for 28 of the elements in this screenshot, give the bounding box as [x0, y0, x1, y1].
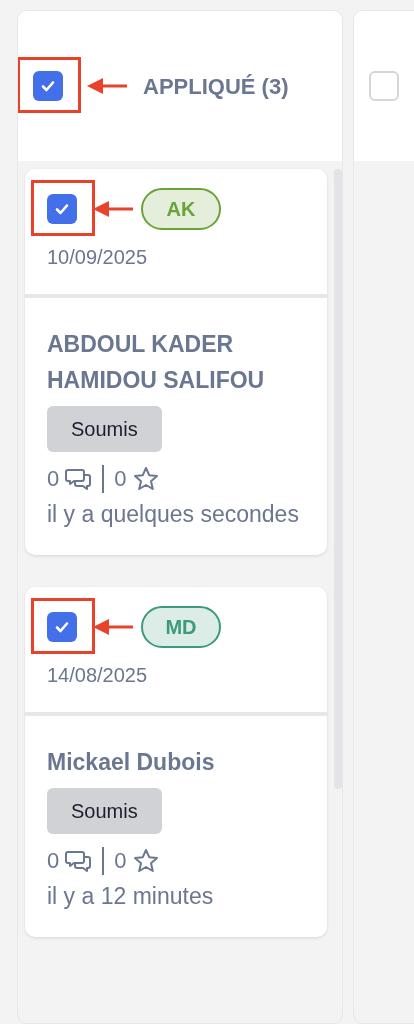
candidate-name: Mickael Dubois — [47, 748, 216, 777]
checkbox[interactable] — [47, 612, 77, 642]
star-icon — [132, 466, 159, 491]
date-text: 10/09/2025 — [47, 245, 149, 270]
favorite-count: 0 — [114, 847, 127, 875]
candidate-name: ABDOUL KADER HAMIDOU SALIFOU — [47, 330, 266, 395]
date-text: 14/08/2025 — [47, 663, 149, 688]
checkbox[interactable] — [47, 194, 77, 224]
annotation-arrow — [87, 76, 127, 96]
checkbox[interactable] — [33, 71, 63, 101]
annotation-arrow — [93, 617, 133, 637]
candidate-card[interactable]: MD 14/08/2025 Mickael Dubois Soumis 0 0 il y a 12 minutes — [25, 587, 327, 937]
annotation-arrow — [93, 199, 133, 219]
initials-badge: AK — [141, 188, 221, 230]
timestamp-text: il y a 12 minutes — [47, 882, 215, 911]
comments-icon — [65, 466, 93, 491]
comment-count: 0 — [47, 465, 60, 493]
candidate-card[interactable]: AK 10/09/2025 ABDOUL KADER HAMIDOU SALIFOU Soumis 0 0 il y a quelques secondes — [25, 169, 327, 555]
checkbox[interactable] — [369, 71, 399, 101]
initials-badge: MD — [141, 606, 221, 648]
status-tag: Soumis — [47, 788, 162, 834]
timestamp-text: il y a quelques secondes — [47, 500, 300, 529]
comments-icon — [65, 848, 93, 873]
comment-count: 0 — [47, 847, 60, 875]
status-tag: Soumis — [47, 406, 162, 452]
favorite-count: 0 — [114, 465, 127, 493]
star-icon — [132, 848, 159, 873]
column-title: APPLIQUÉ (3) — [143, 72, 289, 101]
